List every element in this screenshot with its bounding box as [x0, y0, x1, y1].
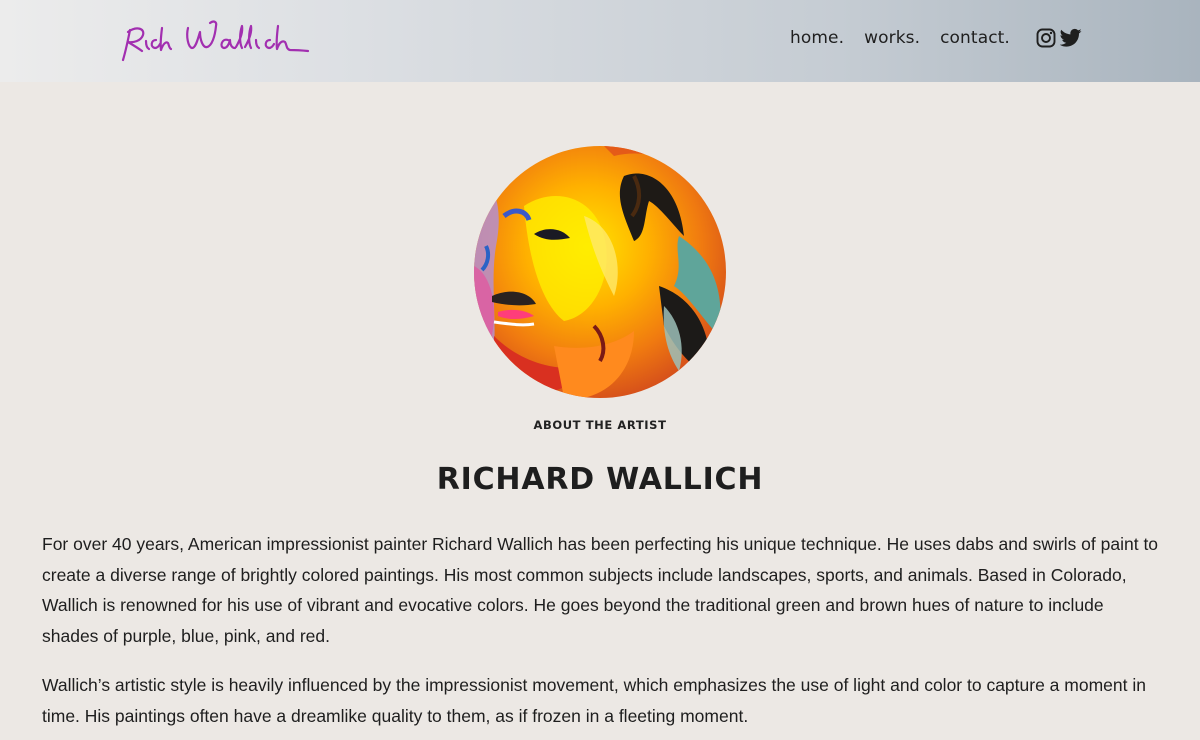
- site-header: home. works. contact.: [0, 0, 1200, 82]
- main-nav: home. works. contact.: [790, 28, 1082, 48]
- section-kicker: ABOUT THE ARTIST: [533, 418, 667, 432]
- artist-name-heading: RICHARD WALLICH: [436, 462, 764, 497]
- social-links: [1036, 28, 1082, 48]
- twitter-icon[interactable]: [1059, 28, 1082, 48]
- signature-logo[interactable]: [118, 14, 318, 66]
- bio-paragraph-2: Wallich’s artistic style is heavily infl…: [42, 675, 1146, 726]
- nav-contact-link[interactable]: contact.: [940, 28, 1010, 48]
- artist-portrait-image: [474, 146, 726, 398]
- instagram-icon[interactable]: [1036, 28, 1056, 48]
- nav-works-link[interactable]: works.: [864, 28, 920, 48]
- bio-paragraph-1: For over 40 years, American impressionis…: [42, 534, 1159, 646]
- nav-home-link[interactable]: home.: [790, 28, 844, 48]
